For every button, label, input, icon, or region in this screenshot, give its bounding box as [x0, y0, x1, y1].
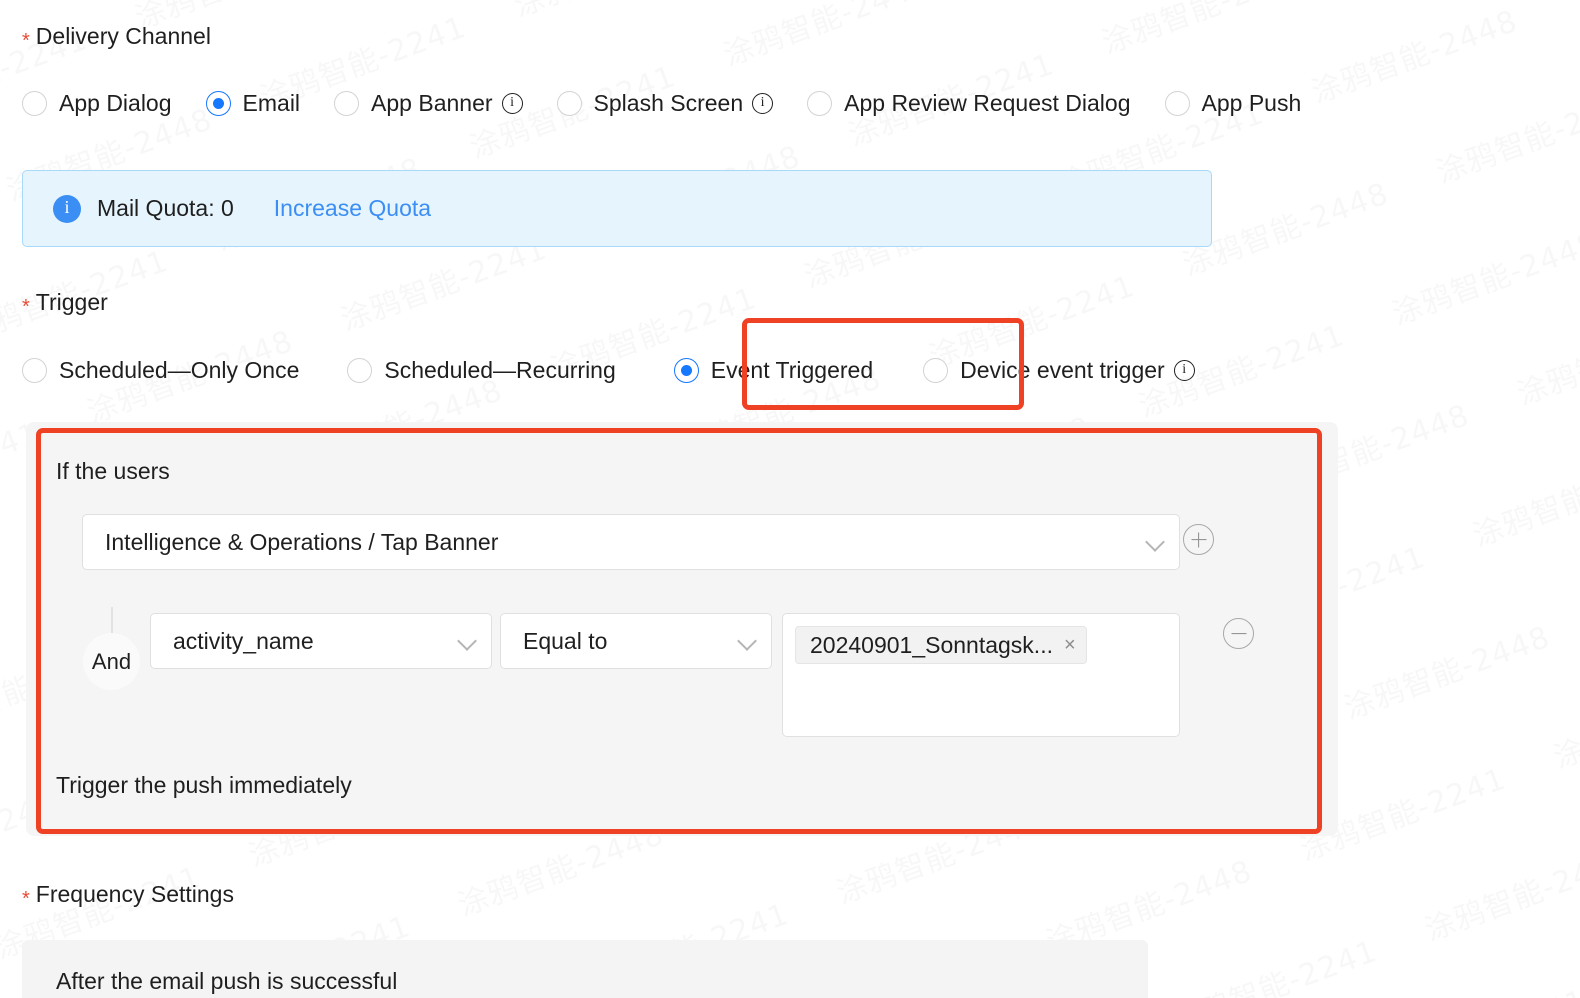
radio-app-dialog[interactable]: App Dialog [22, 90, 172, 117]
watermark-text: 涂鸦智能-2241 [1349, 0, 1559, 39]
radio-label: App Push [1201, 90, 1302, 116]
remove-condition-button[interactable] [1223, 618, 1254, 649]
watermark-text: 涂鸦智能-2241 [970, 0, 1264, 52]
watermark-text: 涂鸦智能-2241 [0, 218, 249, 421]
watermark-text: 涂鸦智能-2448 [507, 0, 717, 95]
radio-circle-selected[interactable] [673, 358, 699, 383]
radio-device-event-trigger[interactable]: Device event trigger i [923, 357, 1195, 384]
radio-scheduled-only-once[interactable]: Scheduled—Only Once [22, 357, 299, 384]
radio-circle[interactable] [347, 358, 373, 383]
radio-circle[interactable] [923, 358, 949, 383]
trigger-immediately-note: Trigger the push immediately [56, 772, 352, 798]
radio-event-triggered[interactable]: Event Triggered [673, 357, 874, 384]
watermark-text: 涂鸦智能-2241 [760, 0, 970, 2]
radio-circle[interactable] [1164, 91, 1190, 116]
mail-quota-text: Mail Quota: 0 [97, 195, 234, 221]
frequency-settings-text: After the email push is successful [56, 968, 398, 994]
watermark-text: 涂鸦智能-2448 [1547, 643, 1580, 846]
add-condition-button[interactable] [1183, 524, 1214, 555]
trigger-radio-group[interactable]: Scheduled—Only Once Scheduled—Recurring … [22, 357, 1195, 384]
attribute-select-value: activity_name [173, 627, 314, 654]
frequency-settings-label: * Frequency Settings [22, 881, 234, 910]
operator-select-value: Equal to [523, 627, 608, 654]
value-tag-input[interactable]: 20240901_Sonntagsk... × [782, 613, 1180, 737]
radio-app-review-request-dialog[interactable]: App Review Request Dialog [807, 90, 1131, 117]
radio-label: Device event trigger [960, 357, 1165, 383]
tag-remove-icon[interactable]: × [1064, 635, 1076, 655]
watermark-text: 涂鸦智能-2448 [1418, 846, 1580, 998]
radio-app-banner[interactable]: App Banner i [334, 90, 523, 117]
watermark-text: 涂鸦智能-2241 [1374, 957, 1580, 998]
radio-circle-selected[interactable] [205, 91, 231, 116]
radio-circle[interactable] [334, 91, 360, 116]
operator-select[interactable]: Equal to [500, 613, 772, 669]
required-asterisk: * [22, 888, 30, 910]
value-tag: 20240901_Sonntagsk... × [795, 626, 1087, 664]
mail-quota-banner: i Mail Quota: 0 Increase Quota [22, 170, 1212, 247]
info-filled-icon: i [53, 194, 81, 223]
event-select-value: Intelligence & Operations / Tap Banner [105, 528, 499, 555]
radio-circle[interactable] [556, 91, 582, 116]
radio-label: App Dialog [59, 90, 172, 116]
watermark-text: 涂鸦智能-2241 [1164, 939, 1374, 998]
radio-label: Scheduled—Recurring [384, 357, 616, 383]
info-icon[interactable]: i [1173, 360, 1195, 381]
radio-label: Email [242, 90, 301, 116]
watermark-text: 涂鸦智能-2448 [1385, 200, 1580, 403]
radio-scheduled-recurring[interactable]: Scheduled—Recurring [347, 357, 616, 384]
attribute-select[interactable]: activity_name [150, 613, 492, 669]
radio-label: Scheduled—Only Once [59, 357, 300, 383]
increase-quota-link[interactable]: Increase Quota [274, 195, 431, 222]
info-icon[interactable]: i [501, 93, 523, 114]
watermark-text: 涂鸦智能-2241 [382, 0, 676, 15]
logic-operator-and[interactable]: And [83, 633, 140, 690]
watermark-text: 涂鸦智能-2448 [1466, 421, 1580, 624]
radio-label: App Banner [371, 90, 493, 116]
delivery-channel-label: * Delivery Channel [22, 23, 211, 52]
required-asterisk: * [22, 296, 30, 318]
radio-app-push[interactable]: App Push [1164, 90, 1302, 117]
frequency-settings-panel: After the email push is successful [22, 940, 1148, 998]
watermark-text: 涂鸦智能-2448 [1337, 625, 1547, 797]
watermark-text: 涂鸦智能-2241 [1510, 311, 1580, 483]
radio-label: Event Triggered [710, 357, 874, 383]
value-tag-text: 20240901_Sonntagsk... [810, 631, 1053, 658]
info-icon[interactable]: i [752, 93, 774, 114]
radio-email[interactable]: Email [205, 90, 301, 117]
trigger-label: * Trigger [22, 289, 108, 318]
radio-splash-screen[interactable]: Splash Screen i [556, 90, 774, 117]
delivery-channel-radio-group[interactable]: App Dialog Email App Banner i Splash Scr… [22, 90, 1301, 117]
radio-circle[interactable] [807, 91, 833, 116]
chevron-down-icon [738, 632, 757, 651]
radio-circle[interactable] [22, 358, 47, 383]
required-asterisk: * [22, 30, 30, 52]
watermark-text: 涂鸦智能-2448 [716, 0, 1010, 144]
if-the-users-heading: If the users [56, 458, 170, 484]
event-select[interactable]: Intelligence & Operations / Tap Banner [82, 514, 1180, 570]
chevron-down-icon [1146, 533, 1165, 552]
chevron-down-icon [458, 632, 477, 651]
radio-circle[interactable] [22, 91, 47, 116]
condition-panel: If the users Intelligence & Operations /… [26, 422, 1338, 836]
watermark-text: 涂鸦智能-2241 [1429, 89, 1580, 261]
radio-label: Splash Screen [593, 90, 744, 116]
radio-label: App Review Request Dialog [844, 90, 1131, 116]
watermark-text: 涂鸦智能-2448 [1304, 0, 1580, 181]
